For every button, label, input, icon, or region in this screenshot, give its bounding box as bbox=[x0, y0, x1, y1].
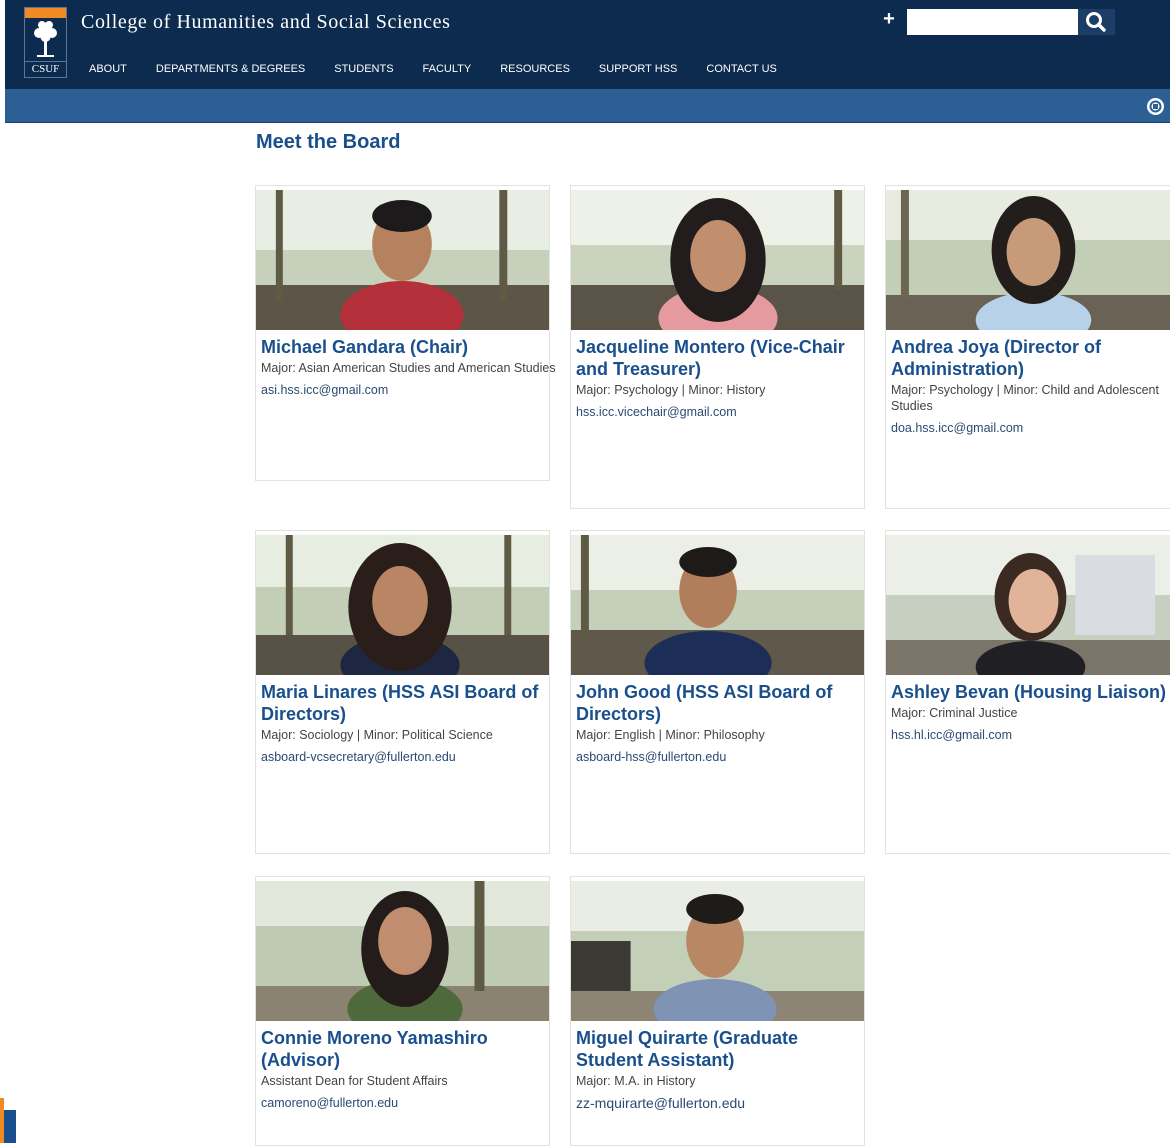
member-major: Major: Sociology | Minor: Political Scie… bbox=[261, 728, 493, 742]
member-major: Major: Asian American Studies and Americ… bbox=[261, 361, 556, 375]
member-name[interactable]: Maria Linares (HSS ASI Board of Director… bbox=[261, 681, 544, 725]
search-input[interactable] bbox=[907, 9, 1078, 35]
member-photo bbox=[571, 881, 864, 1021]
member-major: Major: M.A. in History bbox=[576, 1074, 696, 1088]
member-name[interactable]: John Good (HSS ASI Board of Directors) bbox=[576, 681, 859, 725]
plus-icon[interactable]: + bbox=[881, 9, 897, 29]
member-photo bbox=[256, 535, 549, 675]
member-name[interactable]: Jacqueline Montero (Vice-Chair and Treas… bbox=[576, 336, 859, 380]
search-icon bbox=[1086, 12, 1106, 32]
tree-logo-icon bbox=[34, 21, 57, 57]
member-email[interactable]: asboard-hss@fullerton.edu bbox=[576, 749, 859, 765]
nav-resources[interactable]: RESOURCES bbox=[500, 61, 570, 77]
logo-text: CSUF bbox=[25, 61, 66, 77]
member-photo bbox=[886, 535, 1170, 675]
csuf-logo[interactable]: CSUF bbox=[24, 7, 67, 78]
member-email[interactable]: hss.icc.vicechair@gmail.com bbox=[576, 404, 859, 420]
member-photo bbox=[886, 190, 1170, 330]
member-photo bbox=[571, 535, 864, 675]
member-name[interactable]: Connie Moreno Yamashiro (Advisor) bbox=[261, 1027, 544, 1071]
member-email[interactable]: asi.hss.icc@gmail.com bbox=[261, 382, 544, 398]
sun-logo-band bbox=[25, 8, 66, 18]
member-major: Major: English | Minor: Philosophy bbox=[576, 728, 765, 742]
nav-departments-degrees[interactable]: DEPARTMENTS & DEGREES bbox=[156, 61, 305, 77]
site-title[interactable]: College of Humanities and Social Science… bbox=[81, 11, 451, 34]
member-name[interactable]: Ashley Bevan (Housing Liaison) bbox=[891, 681, 1166, 703]
member-name[interactable]: Andrea Joya (Director of Administration) bbox=[891, 336, 1165, 380]
search-button[interactable] bbox=[1078, 9, 1115, 35]
member-email[interactable]: asboard-vcsecretary@fullerton.edu bbox=[261, 749, 544, 765]
site-header: CSUF College of Humanities and Social Sc… bbox=[5, 0, 1170, 89]
board-member-card: Connie Moreno Yamashiro (Advisor) Assist… bbox=[255, 876, 550, 1146]
board-member-card: John Good (HSS ASI Board of Directors) M… bbox=[570, 530, 865, 854]
member-major: Major: Criminal Justice bbox=[891, 706, 1018, 720]
nav-faculty[interactable]: FACULTY bbox=[423, 61, 472, 77]
member-major: Assistant Dean for Student Affairs bbox=[261, 1074, 448, 1088]
board-member-card: Andrea Joya (Director of Administration)… bbox=[885, 185, 1170, 509]
nav-students[interactable]: STUDENTS bbox=[334, 61, 393, 77]
member-name[interactable]: Michael Gandara (Chair) bbox=[261, 336, 544, 358]
nav-support-hss[interactable]: SUPPORT HSS bbox=[599, 61, 677, 77]
board-member-card: Miguel Quirarte (Graduate Student Assist… bbox=[570, 876, 865, 1146]
nav-contact-us[interactable]: CONTACT US bbox=[706, 61, 777, 77]
member-photo bbox=[256, 190, 549, 330]
member-name[interactable]: Miguel Quirarte (Graduate Student Assist… bbox=[576, 1027, 859, 1071]
sub-navigation-bar bbox=[5, 89, 1170, 123]
member-email[interactable]: doa.hss.icc@gmail.com bbox=[891, 420, 1165, 436]
member-photo bbox=[571, 190, 864, 330]
main-nav: ABOUT DEPARTMENTS & DEGREES STUDENTS FAC… bbox=[89, 61, 806, 77]
member-email[interactable]: camoreno@fullerton.edu bbox=[261, 1095, 544, 1111]
edge-accent-bar bbox=[4, 1110, 16, 1143]
member-email[interactable]: zz-mquirarte@fullerton.edu bbox=[576, 1095, 859, 1111]
member-major: Major: Psychology | Minor: History bbox=[576, 383, 766, 397]
member-photo bbox=[256, 881, 549, 1021]
board-member-card: Michael Gandara (Chair) Major: Asian Ame… bbox=[255, 185, 556, 481]
board-member-card: Jacqueline Montero (Vice-Chair and Treas… bbox=[570, 185, 865, 509]
nav-about[interactable]: ABOUT bbox=[89, 61, 127, 77]
member-email[interactable]: hss.hl.icc@gmail.com bbox=[891, 727, 1165, 743]
board-member-card: Maria Linares (HSS ASI Board of Director… bbox=[255, 530, 550, 854]
member-major: Major: Psychology | Minor: Child and Ado… bbox=[891, 383, 1159, 413]
page-title: Meet the Board bbox=[256, 131, 401, 153]
board-member-card: Ashley Bevan (Housing Liaison) Major: Cr… bbox=[885, 530, 1170, 854]
collapse-icon[interactable] bbox=[1146, 97, 1165, 116]
